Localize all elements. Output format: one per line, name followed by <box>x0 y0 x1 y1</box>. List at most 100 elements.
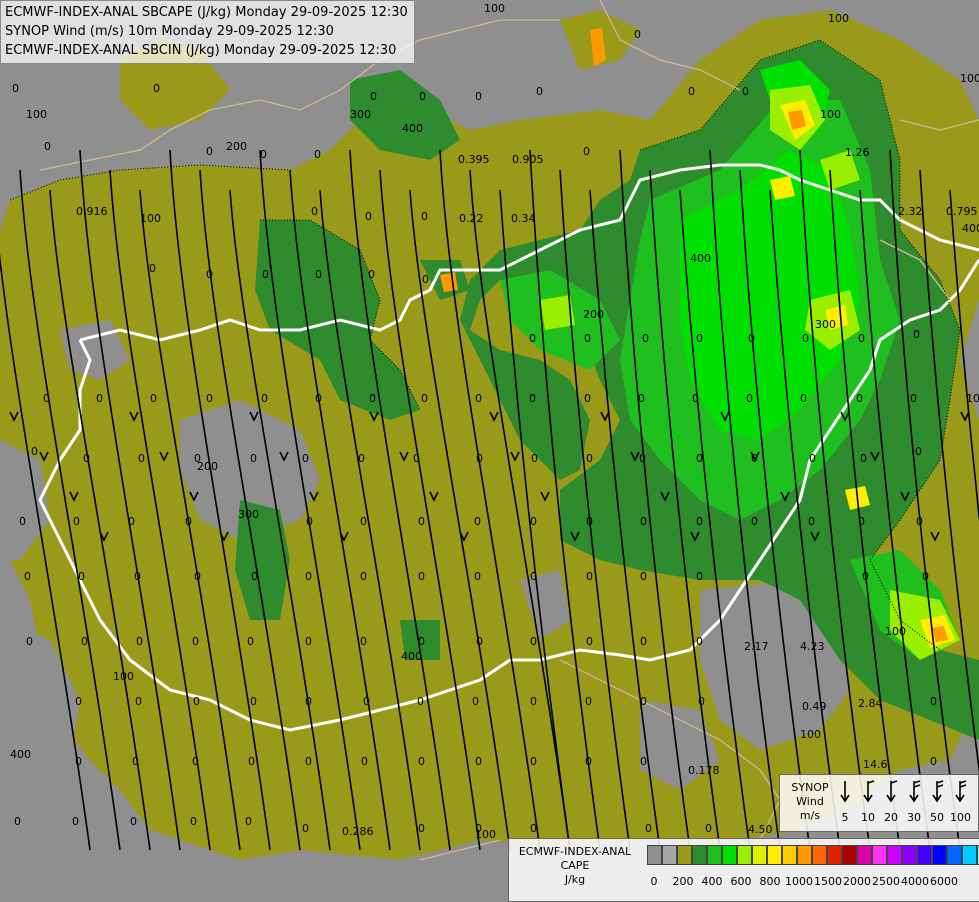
synop-title-line3: m/s <box>799 809 821 822</box>
cin-zero-label: 0 <box>475 822 482 835</box>
cin-zero-label: 0 <box>260 148 267 161</box>
cin-zero-label: 0 <box>135 695 142 708</box>
cape-color-swatch <box>902 845 917 865</box>
cin-zero-label: 0 <box>529 332 536 345</box>
cape-color-swatch <box>782 845 797 865</box>
cin-value-label: 2.17 <box>744 640 769 653</box>
cin-zero-label: 0 <box>261 392 268 405</box>
cape-tick-label: 600 <box>730 875 752 888</box>
cin-zero-label: 0 <box>642 332 649 345</box>
cin-zero-label: 0 <box>640 695 647 708</box>
cin-zero-label: 0 <box>930 755 937 768</box>
cin-zero-label: 0 <box>696 452 703 465</box>
cape-contour-label: 100 <box>113 670 134 683</box>
cin-zero-label: 0 <box>696 515 703 528</box>
cape-contour-label: 100 <box>828 12 849 25</box>
cin-zero-label: 0 <box>530 822 537 835</box>
cin-zero-label: 0 <box>584 392 591 405</box>
header-wind-line: SYNOP Wind (m/s) 10m Monday 29-09-2025 1… <box>5 24 334 39</box>
wind-barb-icon <box>886 780 898 803</box>
cin-value-label: 1.26 <box>845 146 870 159</box>
cin-zero-label: 0 <box>370 90 377 103</box>
cin-zero-label: 0 <box>692 392 699 405</box>
cin-zero-label: 0 <box>78 570 85 583</box>
cape-title-line1: ECMWF-INDEX-ANAL <box>518 845 632 858</box>
cape-contour-label: 100 <box>960 72 979 85</box>
cin-zero-label: 0 <box>134 570 141 583</box>
cin-zero-label: 0 <box>858 332 865 345</box>
cin-zero-label: 0 <box>640 570 647 583</box>
cin-zero-label: 0 <box>248 755 255 768</box>
cin-zero-label: 0 <box>584 332 591 345</box>
wind-barb-icon <box>840 781 850 803</box>
cin-zero-label: 0 <box>529 392 536 405</box>
cin-zero-label: 0 <box>206 392 213 405</box>
cin-zero-label: 0 <box>75 695 82 708</box>
cin-zero-label: 0 <box>245 815 252 828</box>
cin-zero-label: 0 <box>360 515 367 528</box>
cin-zero-label: 0 <box>81 635 88 648</box>
cin-zero-label: 0 <box>262 268 269 281</box>
wind-barb-icons <box>840 780 967 803</box>
cin-zero-label: 0 <box>688 85 695 98</box>
cin-zero-label: 0 <box>475 90 482 103</box>
cin-zero-label: 0 <box>247 635 254 648</box>
cin-zero-label: 0 <box>72 815 79 828</box>
synop-speed-label: 100 <box>950 811 971 824</box>
cin-zero-label: 0 <box>128 515 135 528</box>
cin-value-label: 0.49 <box>802 700 827 713</box>
cin-zero-label: 0 <box>922 570 929 583</box>
cin-zero-label: 0 <box>194 570 201 583</box>
cin-zero-label: 0 <box>206 268 213 281</box>
cin-zero-label: 0 <box>305 635 312 648</box>
cin-zero-label: 0 <box>150 392 157 405</box>
cin-zero-label: 0 <box>530 635 537 648</box>
cin-zero-label: 0 <box>315 392 322 405</box>
cin-zero-label: 0 <box>250 452 257 465</box>
cin-value-label: 0.795 <box>946 205 978 218</box>
cin-zero-label: 0 <box>418 755 425 768</box>
cin-zero-label: 0 <box>418 635 425 648</box>
cape-tick-label: 800 <box>759 875 781 888</box>
cin-zero-label: 0 <box>421 392 428 405</box>
synop-speed-label: 50 <box>930 811 944 824</box>
cin-value-label: 0.395 <box>458 153 490 166</box>
cin-zero-label: 0 <box>645 822 652 835</box>
cin-zero-label: 0 <box>640 755 647 768</box>
cape-tick-label: 1500 <box>814 875 842 888</box>
cape-tick-label: 6000 <box>930 875 958 888</box>
cin-zero-label: 0 <box>586 515 593 528</box>
cape-contour-label: 100 <box>820 108 841 121</box>
cin-zero-label: 0 <box>530 515 537 528</box>
cape-contour-label: 200 <box>226 140 247 153</box>
cape-color-swatch <box>752 845 767 865</box>
cin-zero-label: 0 <box>14 815 21 828</box>
cin-zero-label: 0 <box>422 273 429 286</box>
cin-zero-label: 0 <box>31 445 38 458</box>
cin-zero-label: 0 <box>751 452 758 465</box>
cin-zero-label: 0 <box>640 515 647 528</box>
cin-value-label: 0.22 <box>459 212 484 225</box>
cape-contour-label: 400 <box>401 650 422 663</box>
cin-zero-label: 0 <box>696 635 703 648</box>
cin-zero-label: 0 <box>361 755 368 768</box>
cin-zero-label: 0 <box>696 332 703 345</box>
cin-zero-label: 0 <box>44 140 51 153</box>
cape-color-swatch <box>737 845 752 865</box>
cin-zero-label: 0 <box>475 755 482 768</box>
cape-color-swatch <box>692 845 707 865</box>
cin-zero-label: 0 <box>251 570 258 583</box>
cape-contour-label: 300 <box>238 508 259 521</box>
cin-zero-label: 0 <box>305 755 312 768</box>
cin-zero-label: 0 <box>585 755 592 768</box>
cin-zero-label: 0 <box>858 515 865 528</box>
cin-zero-label: 0 <box>930 695 937 708</box>
header-cin-line: ECMWF-INDEX-ANAL SBCIN (J/kg) Monday 29-… <box>5 43 397 58</box>
cin-zero-label: 0 <box>696 570 703 583</box>
cin-zero-label: 0 <box>365 210 372 223</box>
cape-color-swatch <box>857 845 872 865</box>
cin-value-label: 0.286 <box>342 825 374 838</box>
cin-zero-label: 0 <box>742 85 749 98</box>
cin-zero-label: 0 <box>638 392 645 405</box>
cin-zero-label: 0 <box>421 210 428 223</box>
